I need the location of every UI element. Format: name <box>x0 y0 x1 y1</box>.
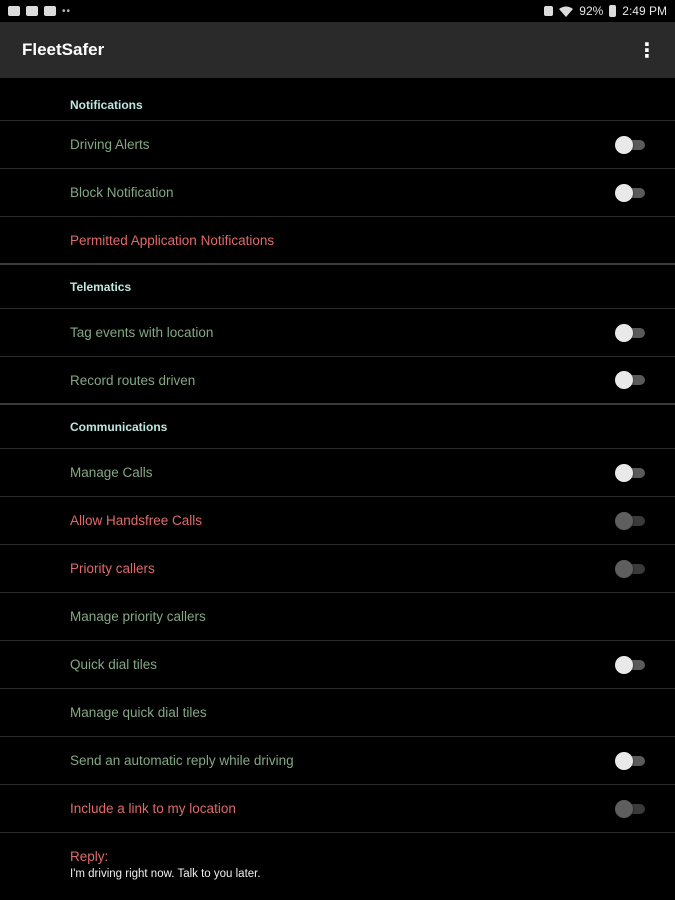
setting-priority-callers[interactable]: Priority callers <box>0 545 675 593</box>
setting-label: Manage Calls <box>70 465 153 480</box>
reply-label: Reply: <box>70 849 109 864</box>
setting-allow-handsfree[interactable]: Allow Handsfree Calls <box>0 497 675 545</box>
toggle-thumb <box>615 463 633 482</box>
setting-label: Allow Handsfree Calls <box>70 513 203 528</box>
setting-label: Send an automatic reply while driving <box>70 753 294 768</box>
driving-alerts-toggle[interactable] <box>615 135 645 154</box>
toggle-thumb <box>615 655 633 674</box>
quick-dial-tiles-toggle[interactable] <box>615 655 645 674</box>
more-notifications-icon: •• <box>62 5 72 17</box>
setting-block-notification[interactable]: Block Notification <box>0 169 675 217</box>
battery-icon <box>609 5 617 17</box>
more-vert-icon[interactable]: ⋮ <box>637 38 657 63</box>
setting-permitted-app-notifications[interactable]: Permitted Application Notifications <box>0 217 675 265</box>
tag-events-toggle[interactable] <box>615 323 645 342</box>
reply-message-text: I'm driving right now. Talk to you later… <box>70 868 261 880</box>
toggle-thumb <box>615 371 633 389</box>
setting-label: Manage quick dial tiles <box>70 705 207 720</box>
toggle-thumb <box>615 799 633 818</box>
setting-quick-dial-tiles[interactable]: Quick dial tiles <box>0 641 675 689</box>
toggle-thumb <box>615 183 633 202</box>
status-bar: •• 92% 2:49 PM <box>0 0 675 22</box>
setting-record-routes[interactable]: Record routes driven <box>0 357 675 405</box>
toggle-thumb <box>615 135 633 154</box>
setting-label: Permitted Application Notifications <box>70 232 275 248</box>
setting-manage-quick-dial[interactable]: Manage quick dial tiles <box>0 689 675 737</box>
setting-manage-priority-callers[interactable]: Manage priority callers <box>0 593 675 641</box>
settings-list: Notifications Driving Alerts Block Notif… <box>0 78 675 893</box>
setting-manage-calls[interactable]: Manage Calls <box>0 449 675 497</box>
setting-label: Manage priority callers <box>70 609 206 624</box>
record-routes-toggle[interactable] <box>615 371 645 389</box>
status-left: •• <box>8 6 71 17</box>
manage-calls-toggle[interactable] <box>615 463 645 482</box>
settings-icon <box>26 6 38 16</box>
toggle-thumb <box>615 511 633 530</box>
mail-icon <box>44 6 56 16</box>
toggle-thumb <box>615 323 633 342</box>
allow-handsfree-toggle[interactable] <box>615 511 645 530</box>
block-notification-toggle[interactable] <box>615 183 645 202</box>
auto-reply-toggle[interactable] <box>615 751 645 770</box>
image-icon <box>8 6 20 16</box>
priority-callers-toggle[interactable] <box>615 559 645 578</box>
setting-auto-reply[interactable]: Send an automatic reply while driving <box>0 737 675 785</box>
section-header-notifications: Notifications <box>0 78 675 121</box>
include-location-toggle[interactable] <box>615 799 645 818</box>
setting-tag-events[interactable]: Tag events with location <box>0 309 675 357</box>
battery-saver-icon <box>544 6 554 16</box>
wifi-icon <box>559 6 574 17</box>
setting-label: Driving Alerts <box>70 137 150 152</box>
setting-label: Record routes driven <box>70 372 196 388</box>
setting-label: Tag events with location <box>70 325 214 340</box>
setting-label: Block Notification <box>70 185 174 200</box>
setting-label: Priority callers <box>70 561 155 576</box>
setting-reply-message[interactable]: Reply: I'm driving right now. Talk to yo… <box>0 833 675 893</box>
section-header-telematics: Telematics <box>0 265 675 309</box>
section-header-communications: Communications <box>0 405 675 449</box>
battery-percent: 92% <box>579 4 604 18</box>
status-right: 92% 2:49 PM <box>544 4 667 18</box>
setting-label: Include a link to my location <box>70 801 236 816</box>
toggle-thumb <box>615 751 633 770</box>
toggle-thumb <box>615 559 633 578</box>
setting-label: Quick dial tiles <box>70 657 158 672</box>
app-bar: FleetSafer ⋮ <box>0 22 675 78</box>
app-title: FleetSafer <box>22 40 105 59</box>
setting-include-location[interactable]: Include a link to my location <box>0 785 675 833</box>
clock: 2:49 PM <box>622 4 667 18</box>
setting-driving-alerts[interactable]: Driving Alerts <box>0 121 675 169</box>
